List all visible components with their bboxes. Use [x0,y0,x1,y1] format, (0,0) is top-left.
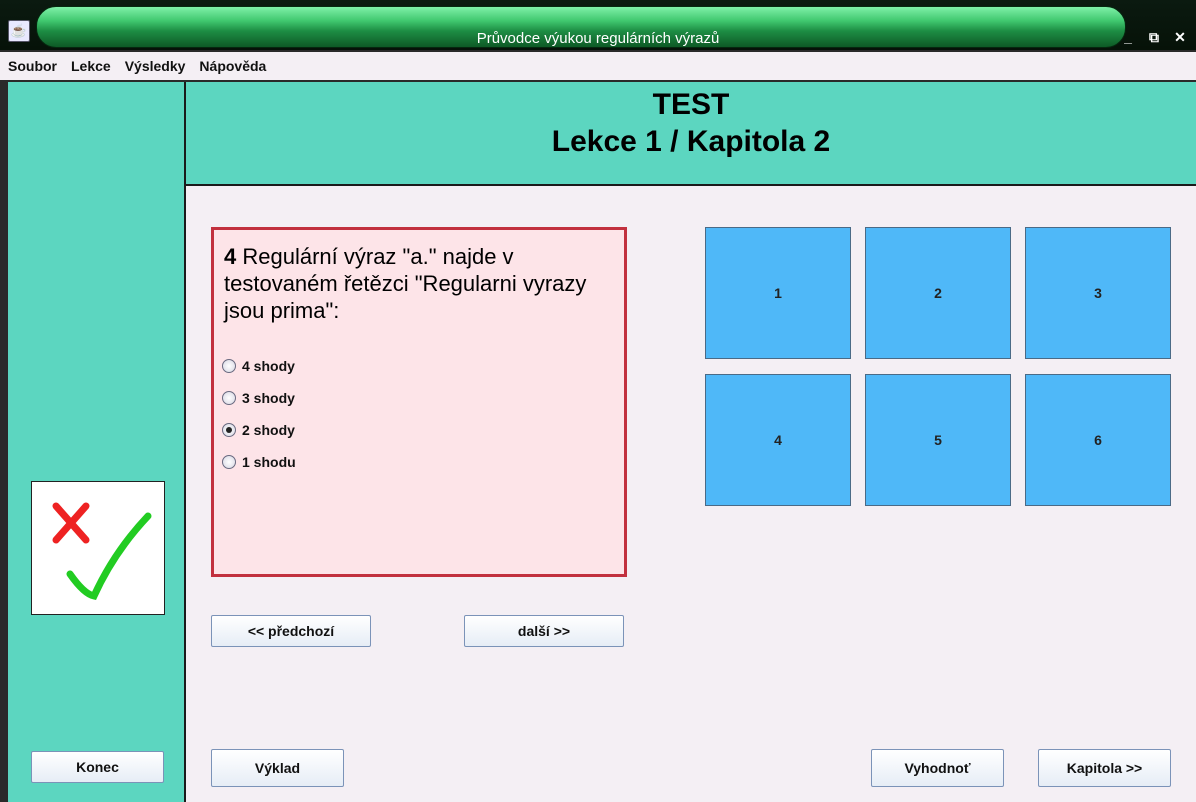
option-2-shody[interactable]: 2 shody [222,414,296,446]
answer-options: 4 shody 3 shody 2 shody 1 shodu [222,350,296,478]
title-bar[interactable]: ☕ Průvodce výukou regulárních výrazů _ ⧉… [0,0,1196,50]
radio-icon[interactable] [222,359,236,373]
radio-icon[interactable] [222,391,236,405]
menu-vysledky[interactable]: Výsledky [125,58,186,74]
question-number: 4 [224,244,237,269]
question-tile-3[interactable]: 3 [1025,227,1171,359]
answer-status-panel [31,481,165,615]
menu-napoveda[interactable]: Nápověda [199,58,266,74]
option-label: 1 shodu [242,454,296,470]
main-frame: Konec TEST Lekce 1 / Kapitola 2 4 Regulá… [8,82,1196,802]
radio-icon[interactable] [222,455,236,469]
option-label: 4 shody [242,358,295,374]
chapter-button[interactable]: Kapitola >> [1038,749,1171,787]
end-button[interactable]: Konec [31,751,164,783]
question-text: 4 Regulární výraz "a." najde v testované… [224,243,619,324]
header-panel: TEST Lekce 1 / Kapitola 2 [186,82,1196,186]
question-tile-5[interactable]: 5 [865,374,1011,506]
question-tile-4[interactable]: 4 [705,374,851,506]
menu-soubor[interactable]: Soubor [8,58,57,74]
option-4-shody[interactable]: 4 shody [222,350,296,382]
explanation-button[interactable]: Výklad [211,749,344,787]
question-body: Regulární výraz "a." najde v testovaném … [224,244,587,323]
option-label: 2 shody [242,422,295,438]
menu-lekce[interactable]: Lekce [71,58,111,74]
question-tile-1[interactable]: 1 [705,227,851,359]
option-3-shody[interactable]: 3 shody [222,382,296,414]
evaluate-button[interactable]: Vyhodnoť [871,749,1004,787]
page-title: TEST [652,88,730,121]
lesson-chapter-title: Lekce 1 / Kapitola 2 [551,125,831,158]
close-icon[interactable]: ✕ [1172,27,1188,47]
question-panel: 4 Regulární výraz "a." najde v testované… [211,227,627,577]
window-title: Průvodce výukou regulárních výrazů [476,30,720,47]
maximize-icon[interactable]: ⧉ [1146,27,1162,47]
radio-selected-icon[interactable] [222,423,236,437]
question-tile-2[interactable]: 2 [865,227,1011,359]
option-label: 3 shody [242,390,295,406]
previous-button[interactable]: << předchozí [211,615,371,647]
next-button[interactable]: další >> [464,615,624,647]
cross-and-check-icon [52,502,152,600]
minimize-icon[interactable]: _ [1120,27,1136,47]
left-panel: Konec [8,82,186,802]
menu-bar: Soubor Lekce Výsledky Nápověda [0,52,1196,80]
window-controls: _ ⧉ ✕ [1120,27,1188,47]
option-1-shodu[interactable]: 1 shodu [222,446,296,478]
question-tile-6[interactable]: 6 [1025,374,1171,506]
